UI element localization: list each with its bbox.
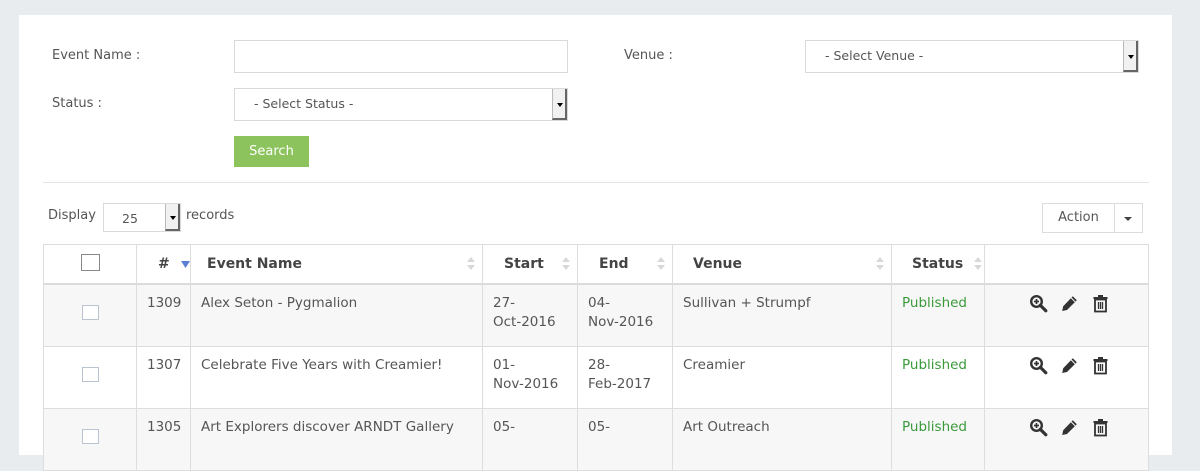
header-num[interactable]: # (136, 244, 191, 285)
status-select[interactable]: - Select Status - (234, 88, 568, 121)
header-status-label: Status (912, 256, 964, 272)
header-actions (984, 244, 1149, 285)
table-row: 1307 Celebrate Five Years with Creamier!… (43, 346, 1149, 409)
row-status: Published (891, 408, 985, 471)
sort-icon (467, 257, 475, 272)
trash-icon[interactable] (1092, 294, 1109, 319)
main-panel: Event Name : Venue : - Select Venue - St… (19, 15, 1172, 471)
row-start: 05- (482, 408, 578, 471)
row-checkbox[interactable] (81, 429, 99, 444)
header-start-label: Start (504, 256, 544, 272)
status-dropdown-arrow-icon[interactable] (552, 89, 567, 120)
status-select-value: - Select Status - (254, 96, 354, 111)
venue-select[interactable]: - Select Venue - (805, 40, 1139, 73)
row-venue: Creamier (672, 346, 892, 409)
zoom-in-icon[interactable] (1029, 356, 1048, 381)
row-end: 05- (577, 408, 673, 471)
header-end[interactable]: End (577, 244, 673, 285)
table-header-row: # Event Name Start End Venue Status (43, 244, 1149, 285)
header-event-name[interactable]: Event Name (190, 244, 483, 285)
venue-label: Venue : (624, 48, 673, 63)
event-name-label: Event Name : (52, 48, 141, 63)
row-id: 1305 (136, 408, 191, 471)
zoom-in-icon[interactable] (1029, 294, 1048, 319)
table-body: 1309 Alex Seton - Pygmalion 27- Oct-2016… (43, 283, 1149, 471)
event-name-input[interactable] (234, 40, 568, 73)
row-id: 1307 (136, 346, 191, 409)
pencil-icon[interactable] (1060, 294, 1079, 319)
row-end: 28- Feb-2017 (577, 346, 673, 409)
records-label: records (186, 208, 235, 223)
header-venue[interactable]: Venue (672, 244, 892, 285)
page-size-dropdown-arrow-icon[interactable] (165, 204, 180, 231)
pencil-icon[interactable] (1060, 418, 1079, 443)
zoom-in-icon[interactable] (1029, 418, 1048, 443)
row-venue: Sullivan + Strumpf (672, 283, 892, 347)
sort-icon (562, 257, 570, 272)
action-caret-icon[interactable] (1124, 217, 1132, 221)
row-checkbox[interactable] (81, 305, 99, 320)
row-select-cell (43, 283, 137, 347)
row-select-cell (43, 408, 137, 471)
row-select-cell (43, 346, 137, 409)
row-actions (984, 283, 1149, 347)
row-event-name[interactable]: Art Explorers discover ARNDT Gallery (190, 408, 483, 471)
pencil-icon[interactable] (1060, 356, 1079, 381)
row-actions (984, 346, 1149, 409)
divider (43, 182, 1149, 183)
row-end: 04- Nov-2016 (577, 283, 673, 347)
display-label: Display (48, 208, 96, 223)
page-size-value: 25 (122, 211, 138, 226)
header-status[interactable]: Status (891, 244, 985, 285)
sort-icon (876, 257, 884, 272)
venue-select-value: - Select Venue - (825, 48, 924, 63)
header-event-label: Event Name (207, 256, 302, 272)
row-status: Published (891, 346, 985, 409)
select-all-checkbox[interactable] (80, 253, 100, 271)
header-num-label: # (158, 256, 170, 272)
trash-icon[interactable] (1092, 356, 1109, 381)
status-label: Status : (52, 96, 102, 111)
header-end-label: End (599, 256, 629, 272)
action-button[interactable]: Action (1043, 204, 1115, 232)
venue-dropdown-arrow-icon[interactable] (1123, 41, 1138, 72)
page-size-select[interactable]: 25 (103, 203, 181, 232)
table-row: 1305 Art Explorers discover ARNDT Galler… (43, 408, 1149, 471)
row-checkbox[interactable] (81, 367, 99, 382)
header-venue-label: Venue (693, 256, 742, 272)
row-start: 01- Nov-2016 (482, 346, 578, 409)
row-event-name[interactable]: Celebrate Five Years with Creamier! (190, 346, 483, 409)
row-event-name[interactable]: Alex Seton - Pygmalion (190, 283, 483, 347)
sort-icon (657, 257, 665, 272)
sort-desc-icon (180, 260, 190, 268)
row-venue: Art Outreach (672, 408, 892, 471)
select-all-header (43, 244, 137, 285)
row-status: Published (891, 283, 985, 347)
header-start[interactable]: Start (482, 244, 578, 285)
search-button[interactable]: Search (234, 136, 309, 167)
events-table: # Event Name Start End Venue Status 1309… (43, 244, 1149, 471)
row-start: 27- Oct-2016 (482, 283, 578, 347)
sort-icon (974, 257, 982, 272)
row-actions (984, 408, 1149, 471)
trash-icon[interactable] (1092, 418, 1109, 443)
row-id: 1309 (136, 283, 191, 347)
table-row: 1309 Alex Seton - Pygmalion 27- Oct-2016… (43, 283, 1149, 347)
action-button-group: Action (1042, 203, 1143, 233)
